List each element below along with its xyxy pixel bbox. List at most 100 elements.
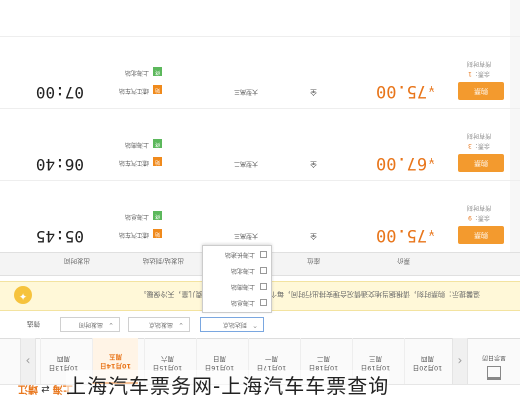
dropdown-option[interactable]: 上海长途站 (201, 247, 271, 262)
remain-count: 3 (468, 142, 472, 149)
arrive-station-name: 上海总站 (124, 213, 149, 220)
bus-type: 大型高三 (233, 232, 258, 239)
checkbox-icon[interactable] (260, 251, 267, 258)
filter-row: 筛选 ⌄ 出发时间 ⌄ 出发站点 ⌃ 到达站点 (0, 312, 520, 338)
checkbox-icon[interactable] (260, 299, 267, 306)
yen-icon: ¥ (429, 156, 434, 165)
depart-time: 07:00 (35, 83, 84, 102)
seat-availability: 全 (310, 232, 317, 240)
arrive-station-value: 到达站点 (222, 321, 247, 328)
checkbox-icon[interactable] (260, 283, 267, 290)
depart-time: 05:45 (35, 227, 84, 246)
chevron-down-icon: ⌄ (108, 321, 114, 329)
dropdown-option[interactable]: 上海总站 (201, 295, 271, 310)
arrive-station: 终上海北站 (125, 67, 162, 78)
next-date-button[interactable]: › (20, 338, 36, 384)
depart-station: 始靖江汽车站 (119, 229, 162, 240)
bus-type: 大型高三 (233, 88, 258, 95)
depart-station-name: 靖江汽车站 (118, 87, 149, 94)
arrive-station: 终上海总站 (125, 211, 162, 222)
day-week: 周四 (57, 355, 70, 363)
calendar-icon (487, 366, 501, 380)
arrive-station: 终上海南站 (125, 139, 162, 150)
remain-note[interactable]: 所有时刻 (467, 204, 491, 211)
prev-date-button[interactable]: ‹ (452, 338, 468, 384)
day-week: 周日 (213, 355, 226, 363)
header-depart-time[interactable]: 出发时间 (64, 257, 90, 267)
remain-count: 1 (468, 70, 472, 77)
end-badge-icon: 终 (153, 139, 162, 148)
remain-count: 9 (468, 214, 472, 221)
day-week: 周二 (317, 355, 330, 363)
end-badge-icon: 终 (153, 67, 162, 76)
option-label: 上海南站 (230, 283, 255, 290)
remain-label: 余票： (471, 70, 490, 77)
calendar-label: 显示日历 (482, 354, 507, 361)
start-badge-icon: 始 (153, 229, 162, 238)
header-seat: 座位 (307, 257, 320, 265)
price-value: 75.00 (375, 225, 428, 245)
route-title: 上海 ⇄ 靖江 (18, 383, 73, 398)
remaining-tickets: 余票：1 所有时刻 (464, 58, 494, 78)
depart-time-select[interactable]: ⌄ 出发时间 (60, 317, 120, 332)
day-week: 周一 (265, 355, 278, 363)
chevron-down-icon: ⌄ (178, 321, 184, 329)
dropdown-option[interactable]: 上海北站 (201, 263, 271, 278)
start-badge-icon: 始 (153, 157, 162, 166)
day-tab[interactable]: 10月20日 周四 (404, 338, 450, 384)
depart-station-select[interactable]: ⌄ 出发站点 (128, 317, 190, 332)
header-price[interactable]: 票价 (397, 257, 410, 267)
start-badge-icon: 始 (153, 85, 162, 94)
day-date: 10月20日 (412, 364, 443, 372)
price: ¥67.00 (376, 153, 434, 173)
remain-note[interactable]: 所有时刻 (467, 60, 491, 67)
option-label: 上海总站 (230, 299, 255, 306)
depart-time: 06:40 (35, 155, 84, 174)
price-value: 67.00 (375, 153, 428, 173)
checkbox-icon[interactable] (260, 267, 267, 274)
depart-station-name: 靖江汽车站 (118, 231, 149, 238)
depart-station: 始靖江汽车站 (119, 85, 162, 96)
seat-availability: 全 (310, 88, 317, 96)
route-to[interactable]: 靖江 (18, 383, 38, 394)
swap-icon[interactable]: ⇄ (41, 383, 49, 394)
buy-button[interactable]: 购票 (458, 82, 504, 100)
arrive-station-name: 上海北站 (124, 69, 149, 76)
day-week: 周三 (369, 355, 382, 363)
calendar-button[interactable]: 显示日历 (474, 342, 514, 380)
end-badge-icon: 终 (153, 211, 162, 220)
price-value: 75.00 (375, 81, 428, 101)
depart-time-value: 出发时间 (78, 321, 103, 328)
ticket-page: 上海 ⇄ 靖江 显示日历 ‹ 10月20日 周四 10月19日 周三 10月18日周… (0, 0, 520, 400)
filter-label: 筛选 (27, 320, 40, 328)
option-label: 上海长途站 (224, 251, 255, 258)
depart-station-value: 出发站点 (148, 321, 173, 328)
yen-icon: ¥ (429, 84, 434, 93)
depart-station: 始靖江汽车站 (119, 157, 162, 168)
header-stations: 出发站/到达站 (142, 257, 184, 265)
dropdown-option[interactable]: 上海南站 (201, 279, 271, 294)
bus-type: 大型高二 (233, 160, 258, 167)
buy-button[interactable]: 购票 (458, 154, 504, 172)
seat-availability: 全 (310, 160, 317, 168)
table-row: 07:00 始靖江汽车站 终上海北站 大型高三 全 ¥75.00 购票 余票：1… (0, 36, 520, 106)
depart-station-name: 靖江汽车站 (118, 159, 149, 166)
day-week: 周四 (421, 355, 434, 363)
lightbulb-icon: ✦ (14, 286, 32, 304)
day-date: 10月14日 (99, 362, 132, 370)
arrive-station-select[interactable]: ⌃ 到达站点 (200, 317, 264, 332)
remaining-tickets: 余票：9 所有时刻 (464, 202, 494, 222)
day-week: 周六 (161, 355, 174, 363)
buy-button[interactable]: 购票 (458, 226, 504, 244)
remain-note[interactable]: 所有时刻 (467, 132, 491, 139)
day-week: 周五 (109, 353, 122, 361)
watermark-caption: 上海汽车票务网-上海汽车车票查询 (66, 370, 390, 399)
remain-label: 余票： (471, 214, 490, 221)
option-label: 上海北站 (230, 267, 255, 274)
yen-icon: ¥ (429, 228, 434, 237)
table-row: 05:45 始靖江汽车站 终上海总站 大型高三 全 ¥75.00 购票 余票：9… (0, 180, 520, 250)
tip-text: 温馨提示：购票时刻，请根据当地交通情况合理安排出行时间，每个订单至多可携带1个免… (139, 290, 480, 298)
station-dropdown: 上海总站 上海南站 上海北站 上海长途站 (202, 245, 272, 313)
table-row: 06:40 始靖江汽车站 终上海南站 大型高二 全 ¥67.00 购票 余票：3… (0, 108, 520, 178)
remaining-tickets: 余票：3 所有时刻 (464, 130, 494, 150)
